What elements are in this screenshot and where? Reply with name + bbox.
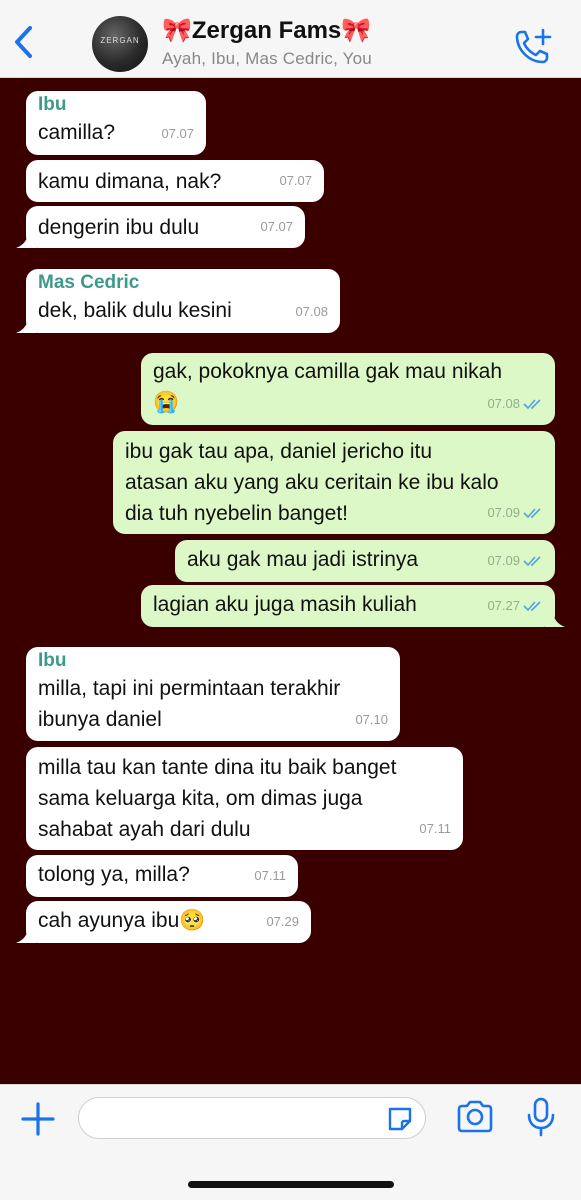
bubble-tail	[16, 232, 36, 248]
message-text-line: milla tau kan tante dina itu baik banget	[38, 756, 397, 779]
read-receipt-icon	[523, 555, 541, 566]
group-avatar[interactable]: ZERGAN	[92, 16, 148, 72]
message-incoming[interactable]: Ibu camilla? 07.07	[26, 91, 206, 155]
message-text-line: gak, pokoknya camilla gak mau nikah	[153, 360, 503, 383]
message-text-line: dia tuh nyebelin banget!	[125, 502, 349, 525]
sticker-button[interactable]	[385, 1104, 415, 1134]
microphone-icon	[527, 1097, 555, 1137]
message-incoming[interactable]: Mas Cedric dek, balik dulu kesini 07.08	[16, 269, 340, 333]
message-input[interactable]	[78, 1097, 426, 1139]
message-incoming[interactable]: cah ayunya ibu🥺 07.29	[16, 901, 311, 943]
bubble-tail	[16, 927, 36, 943]
message-text-line: milla, tapi ini permintaan terakhir	[38, 677, 341, 700]
message-outgoing[interactable]: ibu gak tau apa, daniel jericho itu atas…	[113, 431, 555, 534]
message-text: dek, balik dulu kesini	[38, 299, 232, 322]
message-time: 07.11	[419, 821, 451, 836]
message-time: 07.29	[266, 914, 299, 929]
message-time: 07.09	[487, 497, 543, 528]
message-incoming[interactable]: milla tau kan tante dina itu baik banget…	[26, 747, 463, 850]
message-outgoing[interactable]: lagian aku juga masih kuliah 07.27	[141, 585, 565, 627]
message-incoming[interactable]: Ibu milla, tapi ini permintaan terakhir …	[26, 647, 400, 741]
read-receipt-icon	[523, 398, 541, 409]
bubble-tail	[545, 611, 565, 627]
chat-header: ZERGAN 🎀Zergan Fams🎀 Ayah, Ibu, Mas Cedr…	[0, 0, 581, 78]
chevron-left-icon	[15, 26, 32, 58]
group-title[interactable]: 🎀Zergan Fams🎀	[162, 16, 371, 45]
message-input-bar	[0, 1084, 581, 1200]
message-incoming[interactable]: dengerin ibu dulu 07.07	[16, 206, 305, 248]
chat-area[interactable]: Ibu camilla? 07.07 kamu dimana, nak? 07.…	[0, 79, 581, 1084]
message-text: cah ayunya ibu🥺	[38, 909, 206, 932]
message-time: 07.11	[254, 868, 286, 883]
message-incoming[interactable]: tolong ya, milla? 07.11	[26, 855, 298, 897]
read-receipt-icon	[523, 600, 541, 611]
sticker-icon	[388, 1107, 412, 1131]
message-text: dengerin ibu dulu	[38, 216, 200, 239]
message-text-line: sama keluarga kita, om dimas juga	[38, 787, 363, 810]
home-indicator	[188, 1181, 394, 1188]
message-text-line: ibunya daniel	[38, 708, 162, 731]
message-outgoing[interactable]: aku gak mau jadi istrinya 07.09	[175, 540, 555, 582]
sender-name: Ibu	[38, 94, 67, 115]
message-text-line: ibu gak tau apa, daniel jericho itu	[125, 440, 433, 463]
message-incoming[interactable]: kamu dimana, nak? 07.07	[26, 160, 324, 202]
bubble-tail	[16, 317, 36, 333]
message-text: kamu dimana, nak?	[38, 170, 222, 193]
message-time: 07.07	[161, 126, 194, 141]
message-text: lagian aku juga masih kuliah	[153, 593, 417, 616]
message-emoji: 😭	[153, 391, 180, 414]
message-time: 07.10	[355, 712, 388, 727]
microphone-button[interactable]	[525, 1097, 557, 1137]
message-time: 07.08	[487, 388, 543, 419]
camera-icon	[457, 1100, 493, 1133]
group-participants[interactable]: Ayah, Ibu, Mas Cedric, You	[162, 49, 372, 69]
message-text: tolong ya, milla?	[38, 863, 190, 886]
message-time: 07.27	[487, 590, 543, 621]
sender-name: Ibu	[38, 650, 67, 671]
message-outgoing[interactable]: gak, pokoknya camilla gak mau nikah 😭 07…	[141, 353, 555, 425]
message-time: 07.09	[487, 545, 543, 576]
phone-plus-icon	[515, 28, 552, 64]
plus-icon	[21, 1102, 55, 1136]
message-time: 07.07	[279, 173, 312, 188]
message-text-line: atasan aku yang aku ceritain ke ibu kalo	[125, 471, 499, 494]
camera-button[interactable]	[455, 1099, 495, 1135]
avatar-text: ZERGAN	[100, 36, 140, 45]
read-receipt-icon	[523, 507, 541, 518]
sender-name: Mas Cedric	[38, 272, 140, 293]
add-call-button[interactable]	[513, 26, 553, 66]
message-time: 07.07	[260, 219, 293, 234]
back-button[interactable]	[8, 22, 38, 62]
attach-button[interactable]	[18, 1099, 58, 1139]
message-time: 07.08	[295, 304, 328, 319]
message-text-line: sahabat ayah dari dulu	[38, 818, 251, 841]
